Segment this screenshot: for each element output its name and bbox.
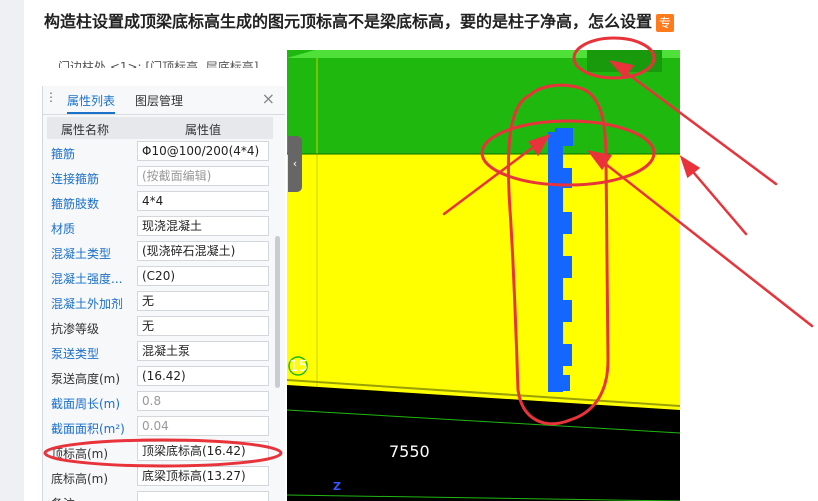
property-value[interactable]: 0.8 [137, 391, 269, 411]
property-value[interactable]: 4*4 [137, 191, 269, 211]
property-value[interactable]: 0.04 [137, 416, 269, 436]
header-name: 属性名称 [61, 123, 110, 137]
property-name[interactable]: 材质 [51, 220, 75, 237]
property-row-pump-type: 泵送类型 混凝土泵 [47, 340, 273, 365]
property-row-perimeter: 截面周长(m) 0.8 [47, 390, 273, 415]
dimension-label: 7550 [389, 442, 430, 461]
property-row-top-elevation: 顶标高(m) 顶梁底标高(16.42) [47, 440, 273, 465]
column-rebar [548, 344, 572, 366]
property-row-pump-height: 泵送高度(m) (16.42) [47, 365, 273, 390]
cutoff-text: 门边柱处 <1>: [门顶标高, 层底标高] [58, 60, 258, 68]
tab-property-list[interactable]: 属性列表 [67, 92, 116, 114]
property-name[interactable]: 混凝土类型 [51, 245, 111, 262]
close-icon[interactable]: × [262, 89, 275, 108]
header-value: 属性值 [185, 123, 222, 137]
property-value[interactable]: 无 [137, 316, 269, 336]
property-value[interactable]: (16.42) [137, 366, 269, 386]
column-base [548, 375, 570, 391]
annotation-arrow [686, 164, 748, 236]
property-name[interactable]: 箍筋肢数 [51, 195, 99, 212]
table-header: 属性名称 属性值 [47, 117, 273, 139]
property-row-concrete-type: 混凝土类型 (现浇碎石混凝土) [47, 240, 273, 265]
property-name[interactable]: 底标高(m) [51, 470, 108, 487]
property-value[interactable]: Φ10@100/200(4*4) [137, 141, 269, 161]
zhuan-badge: 专 [656, 13, 675, 32]
drawing-viewport[interactable] [287, 50, 680, 501]
column-rebar [548, 168, 572, 188]
property-value[interactable]: (现浇碎石混凝土) [137, 241, 269, 261]
annotation-arrowhead [679, 155, 701, 179]
property-row-impermeability: 抗渗等级 无 [47, 315, 273, 340]
column-rebar [548, 212, 572, 234]
property-row-remark: 备注 [47, 490, 273, 501]
tab-layer-management[interactable]: 图层管理 [135, 92, 183, 109]
axis-label: 15 [289, 357, 309, 375]
property-value[interactable]: 底梁顶标高(13.27) [137, 466, 269, 486]
property-value[interactable]: 顶梁底标高(16.42) [137, 441, 269, 461]
property-value[interactable]: 现浇混凝土 [137, 216, 269, 236]
model-view [287, 50, 680, 501]
property-row-area: 截面面积(m²) 0.04 [47, 415, 273, 440]
property-value[interactable]: (C20) [137, 266, 269, 286]
property-name[interactable]: 顶标高(m) [51, 445, 108, 462]
property-name[interactable]: 抗渗等级 [51, 320, 99, 337]
property-row-concrete-strength: 混凝土强度... (C20) [47, 265, 273, 290]
column-rebar [548, 300, 572, 322]
property-row-connect-stirrup: 连接箍筋 (按截面编辑) [47, 165, 273, 190]
property-name[interactable]: 箍筋 [51, 145, 75, 162]
property-row-material: 材质 现浇混凝土 [47, 215, 273, 240]
property-row-stirrup-legs: 箍筋肢数 4*4 [47, 190, 273, 215]
property-name[interactable]: 截面面积(m²) [51, 420, 125, 437]
property-panel: ⋮ 属性列表 图层管理 × 属性名称 属性值 箍筋 Φ10@100/200(4*… [42, 86, 285, 501]
property-value[interactable] [137, 491, 269, 501]
column-rebar [548, 256, 572, 278]
property-name[interactable]: 混凝土外加剂 [51, 295, 123, 312]
question-title: 构造柱设置成顶梁底标高生成的图元顶标高不是梁底标高，要的是柱子净高，怎么设置专 [44, 8, 764, 32]
property-row-admixture: 混凝土外加剂 无 [47, 290, 273, 315]
property-value[interactable]: 混凝土泵 [137, 341, 269, 361]
drag-handle-icon[interactable]: ⋮ [45, 90, 57, 104]
property-name[interactable]: 泵送高度(m) [51, 370, 120, 387]
collapse-panel-button[interactable]: ‹ [288, 136, 302, 192]
panel-scrollbar[interactable] [275, 236, 280, 388]
property-row-stirrup: 箍筋 Φ10@100/200(4*4) [47, 140, 273, 165]
axis-z-label: Z [333, 480, 341, 493]
property-value[interactable]: 无 [137, 291, 269, 311]
property-row-bottom-elevation: 底标高(m) 底梁顶标高(13.27) [47, 465, 273, 490]
property-name[interactable]: 泵送类型 [51, 345, 99, 362]
top-beam-corner [587, 50, 662, 72]
panel-tabs: ⋮ 属性列表 图层管理 × [43, 86, 285, 115]
column-cap [555, 128, 573, 146]
left-gutter [0, 0, 24, 501]
property-value[interactable]: (按截面编辑) [137, 166, 269, 186]
property-name[interactable]: 连接箍筋 [51, 170, 99, 187]
property-name[interactable]: 截面周长(m) [51, 395, 120, 412]
property-name[interactable]: 备注 [51, 495, 75, 501]
property-name[interactable]: 混凝土强度... [51, 270, 122, 287]
question-text: 构造柱设置成顶梁底标高生成的图元顶标高不是梁底标高，要的是柱子净高，怎么设置 [44, 12, 653, 31]
